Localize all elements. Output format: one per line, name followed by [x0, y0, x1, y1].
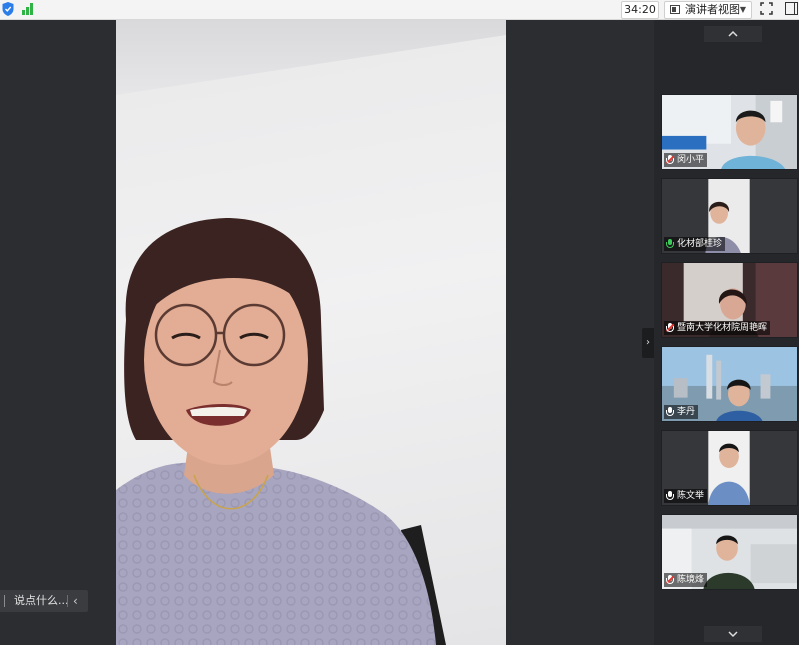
participant-panel: 闵小平 化材部桂珍 暨南大学化材院周艳晖 李丹 陈文举 陈境烽 [654, 20, 799, 645]
mic-muted-icon [665, 575, 675, 585]
participant-tile[interactable]: 李丹 [661, 346, 798, 422]
view-mode-dropdown[interactable]: 演讲者视图 ▼ [664, 1, 752, 19]
speaker-video [116, 20, 506, 645]
sidebar-panel-icon[interactable] [785, 2, 798, 15]
participant-tile[interactable]: 暨南大学化材院周艳晖 [661, 262, 798, 338]
participant-name: 陈境烽 [677, 575, 705, 585]
layout-icon [670, 5, 680, 14]
scroll-up-button[interactable] [704, 26, 762, 42]
fullscreen-icon[interactable] [760, 2, 773, 15]
participant-namebar: 李丹 [664, 405, 699, 419]
chevron-down-icon [728, 631, 738, 638]
view-mode-label: 演讲者视图 [685, 3, 740, 16]
meeting-timer: 34:20 [621, 1, 659, 19]
participant-namebar: 陈境烽 [664, 573, 708, 587]
participant-namebar: 化材部桂珍 [664, 237, 726, 251]
chat-collapse-icon[interactable]: ‹ [73, 590, 78, 612]
participant-namebar: 闵小平 [664, 153, 708, 167]
chevron-down-icon: ▼ [739, 5, 746, 14]
mic-on-icon [666, 239, 674, 249]
shield-icon [2, 2, 14, 16]
chat-input-placeholder[interactable]: 说点什么... [14, 590, 69, 612]
participant-name: 李丹 [677, 407, 696, 417]
chat-input-box[interactable]: 说点什么... ‹ [0, 590, 88, 612]
participant-tile[interactable]: 闵小平 [661, 94, 798, 170]
participant-tile[interactable]: 陈境烽 [661, 514, 798, 590]
panel-toggle-button[interactable]: › [642, 328, 654, 358]
mic-muted-icon [665, 155, 675, 165]
participant-namebar: 陈文举 [664, 489, 708, 503]
participant-name: 陈文举 [677, 491, 705, 501]
mic-icon [666, 407, 674, 417]
signal-icon [22, 3, 35, 15]
main-stage: 说点什么... ‹ › [0, 20, 654, 645]
chevron-up-icon [728, 30, 738, 37]
mic-muted-icon [665, 323, 675, 333]
participant-name: 化材部桂珍 [677, 239, 723, 249]
top-toolbar: 34:20 演讲者视图 ▼ [0, 0, 799, 20]
participant-tile[interactable]: 陈文举 [661, 430, 798, 506]
speaker-figure [116, 218, 446, 645]
participant-tile[interactable]: 化材部桂珍 [661, 178, 798, 254]
mic-icon [666, 491, 674, 501]
participant-name: 暨南大学化材院周艳晖 [677, 323, 768, 333]
scroll-down-button[interactable] [704, 626, 762, 642]
participant-namebar: 暨南大学化材院周艳晖 [664, 321, 771, 335]
participant-name: 闵小平 [677, 155, 705, 165]
